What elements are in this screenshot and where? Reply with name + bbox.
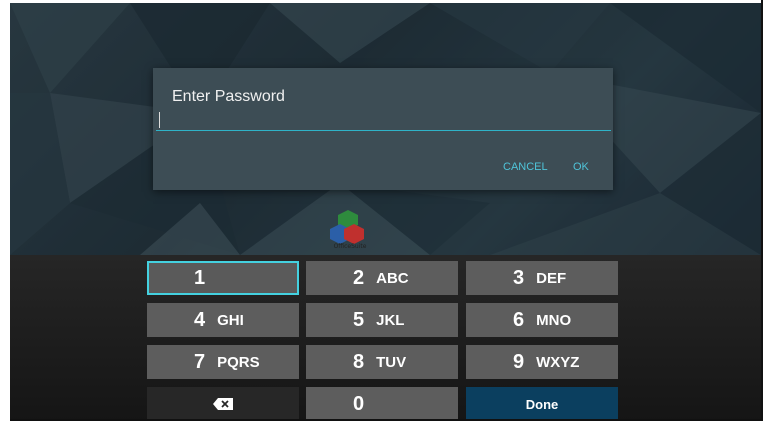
key-9[interactable]: 9 WXYZ: [466, 345, 618, 379]
key-digit: 7: [194, 350, 206, 373]
password-dialog: Enter Password CANCEL OK: [153, 68, 613, 190]
backspace-key[interactable]: [147, 387, 299, 421]
cancel-button[interactable]: CANCEL: [503, 161, 548, 173]
text-caret: [159, 112, 160, 128]
key-6[interactable]: 6 MNO: [466, 303, 618, 337]
key-digit: 6: [513, 308, 525, 331]
key-5[interactable]: 5 JKL: [306, 303, 458, 337]
key-digit: 9: [513, 350, 525, 373]
key-3[interactable]: 3 DEF: [466, 261, 618, 295]
key-letters: WXYZ: [536, 353, 580, 371]
backspace-icon: [213, 398, 233, 410]
key-letters: JKL: [376, 311, 405, 329]
ok-button[interactable]: OK: [573, 161, 589, 173]
password-field[interactable]: [156, 108, 611, 131]
numeric-keypad: 1 2 ABC 3 DEF 4 GHI 5 JKL 6 MNO 7 PQRS 8…: [10, 255, 761, 421]
key-digit: 2: [353, 266, 365, 289]
key-7[interactable]: 7 PQRS: [147, 345, 299, 379]
key-8[interactable]: 8 TUV: [306, 345, 458, 379]
key-letters: DEF: [536, 269, 567, 287]
done-button[interactable]: Done: [466, 387, 618, 421]
key-digit: 4: [194, 308, 206, 331]
key-digit: 8: [353, 350, 365, 373]
key-0[interactable]: 0: [306, 387, 458, 421]
key-letters: MNO: [536, 311, 572, 329]
key-digit: 5: [353, 308, 365, 331]
key-digit: 1: [194, 266, 206, 289]
key-letters: GHI: [217, 311, 244, 329]
screen: OfficeSuite Enter Password CANCEL OK 1 2…: [10, 3, 761, 421]
key-letters: TUV: [376, 353, 407, 371]
key-letters: ABC: [376, 269, 409, 287]
right-border: [761, 0, 763, 421]
key-letters: PQRS: [217, 353, 260, 371]
key-digit: 0: [353, 392, 365, 415]
dialog-title: Enter Password: [172, 88, 285, 105]
logo-label: OfficeSuite: [333, 243, 367, 250]
key-digit: 3: [513, 266, 525, 289]
key-4[interactable]: 4 GHI: [147, 303, 299, 337]
key-2[interactable]: 2 ABC: [306, 261, 458, 295]
key-1[interactable]: 1: [147, 261, 299, 295]
